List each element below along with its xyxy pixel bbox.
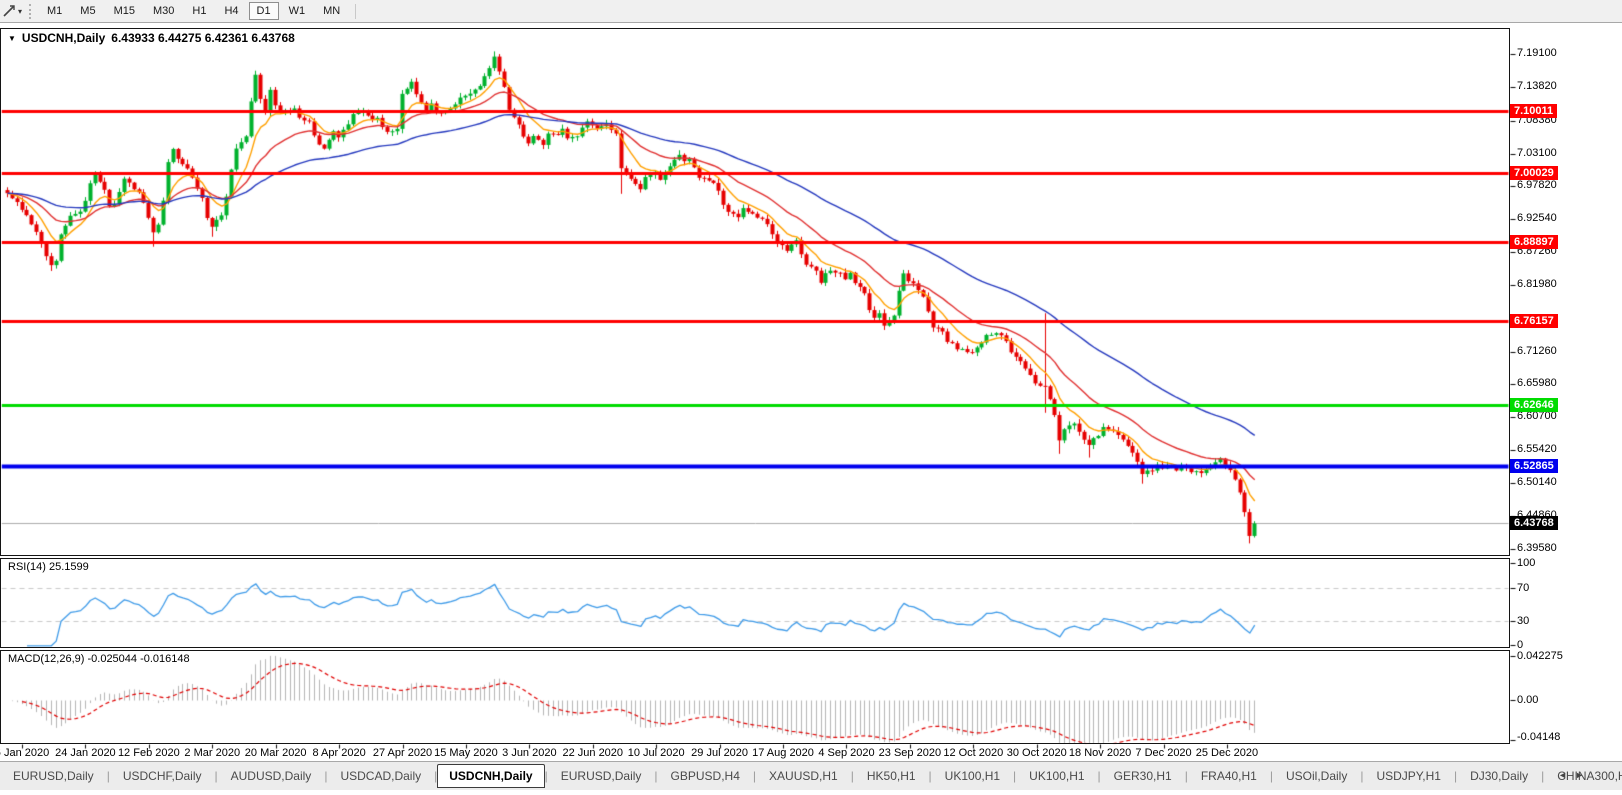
rsi-axis-tick: 70 xyxy=(1517,581,1530,594)
toolbar-grip xyxy=(29,3,32,19)
tab-fra40-h1[interactable]: FRA40,H1 xyxy=(1188,765,1270,787)
dropdown-caret-icon: ▾ xyxy=(18,6,23,16)
timeframe-buttons: M1 M5 M15 M30 H1 H4 D1 W1 MN xyxy=(38,2,349,20)
tab-usdchf-daily[interactable]: USDCHF,Daily xyxy=(110,765,215,787)
tab-uk100-h1[interactable]: UK100,H1 xyxy=(1016,765,1097,787)
tab-gbpusd-h4[interactable]: GBPUSD,H4 xyxy=(658,765,753,787)
hline-price-label: 6.88897 xyxy=(1510,234,1558,249)
macd-current-values: -0.025044 -0.016148 xyxy=(87,653,190,665)
tab-eurusd-daily[interactable]: EURUSD,Daily xyxy=(548,765,655,787)
price-axis-tick: 6.92540 xyxy=(1517,212,1557,225)
rsi-axis-tick: 30 xyxy=(1517,614,1530,627)
timeframe-button-D1[interactable]: D1 xyxy=(248,2,279,20)
tab-uk100-h1[interactable]: UK100,H1 xyxy=(932,765,1013,787)
tab-scroll-arrows: ◄ ► xyxy=(1558,761,1584,789)
chart-ohlc-values: 6.43933 6.44275 6.42361 6.43768 xyxy=(111,31,295,45)
current-price-label: 6.43768 xyxy=(1510,515,1558,530)
rsi-name: RSI(14) xyxy=(8,561,46,573)
chart-tab-bar: EURUSD,Daily | USDCHF,Daily | AUDUSD,Daily | U… xyxy=(0,761,1622,790)
terminal-window: ▾ M1 M5 M15 M30 H1 H4 D1 W1 MN ▼ USDCNH,Daily 6.… xyxy=(0,0,1622,795)
price-axis-tick: 7.19100 xyxy=(1517,47,1557,59)
price-axis-tick: 6.50140 xyxy=(1517,475,1557,488)
tab-usdcad-daily[interactable]: USDCAD,Daily xyxy=(327,765,434,787)
timeframe-button-M5[interactable]: M5 xyxy=(72,2,103,20)
trendline-tool-glyph xyxy=(3,5,15,17)
hline-price-label: 7.10011 xyxy=(1510,103,1558,118)
price-axis-tick: 6.39580 xyxy=(1517,541,1557,554)
chart-canvas[interactable] xyxy=(0,0,1622,795)
timeframe-button-W1[interactable]: W1 xyxy=(281,2,314,20)
tab-ger30-h1[interactable]: GER30,H1 xyxy=(1101,765,1185,787)
hline-price-label: 6.52865 xyxy=(1510,458,1558,473)
tab-usdjpy-h1[interactable]: USDJPY,H1 xyxy=(1363,765,1453,787)
chart-symbol-label: USDCNH,Daily xyxy=(21,31,106,45)
trendline-tool-icon[interactable]: ▾ xyxy=(2,4,22,18)
timeframe-button-M1[interactable]: M1 xyxy=(39,2,70,20)
price-axis-tick: 7.13820 xyxy=(1517,79,1557,92)
tab-eurusd-daily[interactable]: EURUSD,Daily xyxy=(0,765,107,787)
price-axis-tick: 6.71260 xyxy=(1517,344,1557,357)
macd-axis-tick: -0.04148 xyxy=(1517,731,1561,743)
macd-axis-tick: 0.00 xyxy=(1517,694,1539,706)
timeframe-button-M15[interactable]: M15 xyxy=(106,2,143,20)
tab-dj30-daily[interactable]: DJ30,Daily xyxy=(1457,765,1541,787)
timeframe-toolbar: ▾ M1 M5 M15 M30 H1 H4 D1 W1 MN xyxy=(0,0,1622,23)
tab-scroll-right-icon[interactable]: ► xyxy=(1575,770,1584,780)
price-axis-tick: 7.03100 xyxy=(1517,146,1557,159)
timeframe-button-H1[interactable]: H1 xyxy=(184,2,214,20)
timeframe-button-M30[interactable]: M30 xyxy=(145,2,182,20)
tab-xauusd-h1[interactable]: XAUUSD,H1 xyxy=(756,765,851,787)
toolbar-separator xyxy=(355,3,357,19)
collapse-triangle-icon[interactable]: ▼ xyxy=(8,34,16,43)
chart-title: ▼ USDCNH,Daily 6.43933 6.44275 6.42361 6… xyxy=(8,31,295,45)
tab-scroll-left-icon[interactable]: ◄ xyxy=(1558,770,1567,780)
macd-indicator-label: MACD(12,26,9) -0.025044 -0.016148 xyxy=(8,653,190,665)
macd-name: MACD(12,26,9) xyxy=(8,653,85,665)
price-axis-tick: 6.55420 xyxy=(1517,443,1557,456)
rsi-current-value: 25.1599 xyxy=(48,561,89,573)
tab-hk50-h1[interactable]: HK50,H1 xyxy=(854,765,929,787)
hline-price-label: 6.62646 xyxy=(1510,398,1558,413)
price-axis-tick: 6.81980 xyxy=(1517,277,1557,290)
rsi-indicator-label: RSI(14) 25.1599 xyxy=(8,561,89,573)
tab-usdcnh-daily[interactable]: USDCNH,Daily xyxy=(437,764,545,788)
rsi-axis-tick: 100 xyxy=(1517,557,1536,569)
hline-price-label: 7.00029 xyxy=(1510,165,1558,180)
price-axis-tick: 6.65980 xyxy=(1517,377,1557,390)
date-axis-label: 25 Dec 2020 xyxy=(1195,747,1259,759)
timeframe-button-H4[interactable]: H4 xyxy=(216,2,246,20)
price-axis-tick: 6.97820 xyxy=(1517,179,1557,192)
tab-usoil-daily[interactable]: USOil,Daily xyxy=(1273,765,1360,787)
hline-price-label: 6.76157 xyxy=(1510,314,1558,329)
tab-audusd-daily[interactable]: AUDUSD,Daily xyxy=(218,765,325,787)
timeframe-button-MN[interactable]: MN xyxy=(315,2,348,20)
macd-axis-tick: 0.042275 xyxy=(1517,649,1563,662)
